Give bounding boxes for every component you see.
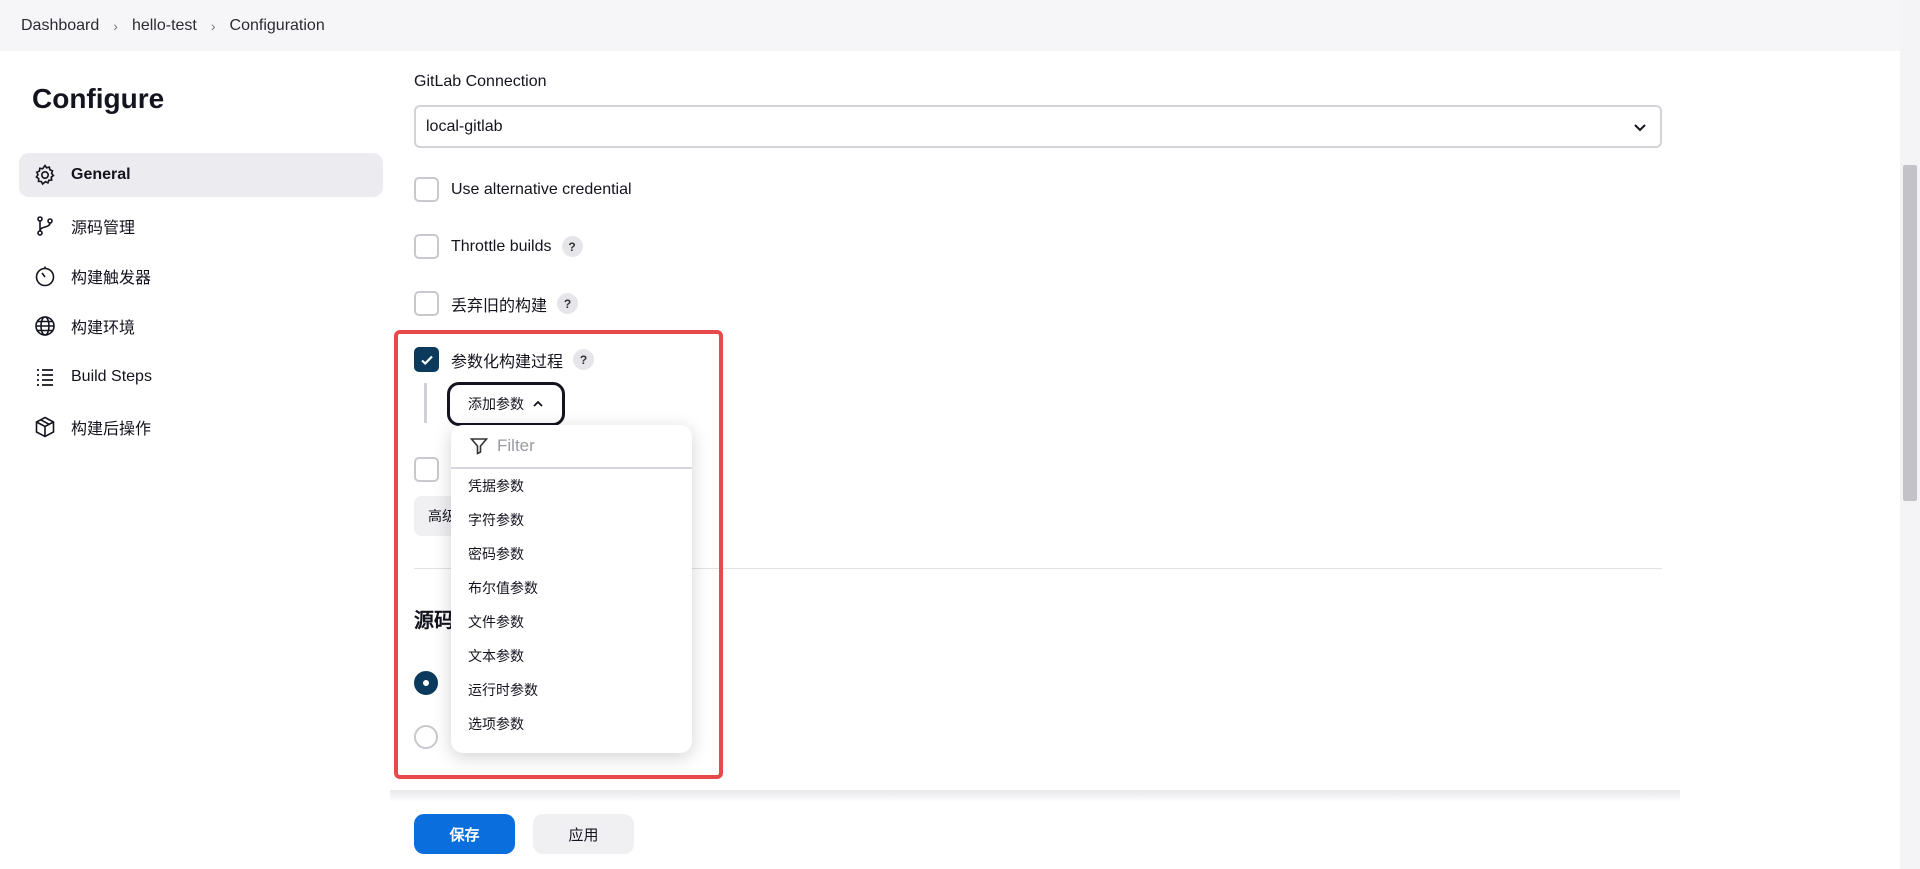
chevron-right-icon: › (210, 17, 216, 34)
sidebar-item-label: 源码管理 (71, 220, 136, 237)
checkbox-label: Use alternative credential (451, 180, 632, 198)
apply-button[interactable]: 应用 (533, 814, 634, 854)
checkbox-label: 丢弃旧的构建 (451, 297, 548, 315)
partially-hidden-checkbox[interactable] (414, 457, 439, 482)
discard-old-builds-row: 丢弃旧的构建 ? (414, 291, 579, 316)
apply-label: 应用 (568, 826, 599, 844)
cube-icon (35, 416, 55, 438)
menu-item[interactable]: 密码参数 (451, 537, 692, 571)
sidebar-item-general[interactable]: General (19, 153, 383, 197)
filter-input[interactable]: Filter (451, 425, 692, 469)
sidebar-item-label: Build Steps (71, 368, 152, 385)
menu-item[interactable]: 布尔值参数 (451, 571, 692, 605)
parameterized-build-checkbox[interactable] (414, 347, 439, 372)
breadcrumb-hello-test[interactable]: hello-test (132, 17, 197, 35)
throttle-builds-row: Throttle builds ? (414, 234, 583, 259)
throttle-builds-checkbox[interactable] (414, 234, 439, 259)
breadcrumb-dashboard[interactable]: Dashboard (21, 17, 99, 35)
help-icon[interactable]: ? (557, 293, 579, 314)
add-parameter-dropdown: Filter 凭据参数 字符参数 密码参数 布尔值参数 文件参数 文本参数 运行… (451, 425, 692, 753)
section-title-scm: 源码 (414, 610, 454, 632)
sidebar-item-build-steps[interactable]: Build Steps (19, 355, 383, 399)
menu-item[interactable]: 字符参数 (451, 503, 692, 537)
chevron-right-icon: › (113, 17, 118, 34)
nested-indicator-line (424, 383, 427, 423)
list-icon (37, 369, 53, 386)
sidebar: Configure General 源码管理 构建触发器 构建环境 Build … (0, 51, 390, 869)
menu-item[interactable]: 凭据参数 (451, 469, 692, 503)
gitlab-connection-select[interactable]: local-gitlab (414, 105, 1662, 148)
gear-icon (35, 164, 55, 186)
breadcrumb-configuration[interactable]: Configuration (230, 17, 325, 35)
sidebar-item-label: 构建环境 (71, 320, 136, 337)
gitlab-connection-label: GitLab Connection (414, 73, 547, 90)
sidebar-item-label: General (71, 166, 131, 183)
discard-old-builds-checkbox[interactable] (414, 291, 439, 316)
clock-icon (35, 266, 55, 287)
sidebar-item-label: 构建触发器 (71, 270, 152, 287)
use-alternative-credential-row: Use alternative credential (414, 177, 632, 202)
parameterized-build-row: 参数化构建过程 ? (414, 347, 595, 372)
gitlab-connection-value: local-gitlab (426, 117, 503, 135)
scrollbar-thumb[interactable] (1903, 165, 1917, 501)
sidebar-item-environment[interactable]: 构建环境 (19, 304, 383, 348)
checkbox-label: Throttle builds (451, 237, 552, 255)
chevron-up-icon (533, 400, 543, 407)
menu-item[interactable]: 文本参数 (451, 639, 692, 673)
bottom-bar-shadow (390, 790, 1680, 802)
checkmark-icon (420, 355, 433, 365)
sidebar-item-triggers[interactable]: 构建触发器 (19, 254, 383, 298)
add-parameter-button[interactable]: 添加参数 (447, 382, 565, 426)
scm-git-radio[interactable] (414, 725, 438, 749)
help-icon[interactable]: ? (561, 236, 583, 257)
checkbox-label: 参数化构建过程 (451, 353, 564, 371)
menu-item[interactable]: 选项参数 (451, 707, 692, 741)
sidebar-item-post-build[interactable]: 构建后操作 (19, 405, 383, 449)
breadcrumb: Dashboard › hello-test › Configuration (0, 0, 1900, 51)
sidebar-item-label: 构建后操作 (71, 421, 152, 438)
add-parameter-label: 添加参数 (468, 396, 524, 412)
page-title: Configure (32, 83, 165, 114)
save-button[interactable]: 保存 (414, 814, 515, 854)
use-alternative-credential-checkbox[interactable] (414, 177, 439, 202)
scrollbar[interactable] (1900, 0, 1920, 869)
menu-item[interactable]: 文件参数 (451, 605, 692, 639)
scm-none-radio[interactable] (414, 671, 438, 695)
filter-icon (469, 438, 489, 455)
filter-placeholder: Filter (497, 436, 535, 455)
menu-item[interactable]: 运行时参数 (451, 673, 692, 707)
save-label: 保存 (449, 826, 480, 844)
help-icon[interactable]: ? (573, 349, 595, 370)
globe-icon (35, 316, 55, 336)
branch-icon (37, 216, 53, 236)
chevron-down-icon (1634, 124, 1646, 132)
sidebar-item-scm[interactable]: 源码管理 (19, 204, 383, 248)
